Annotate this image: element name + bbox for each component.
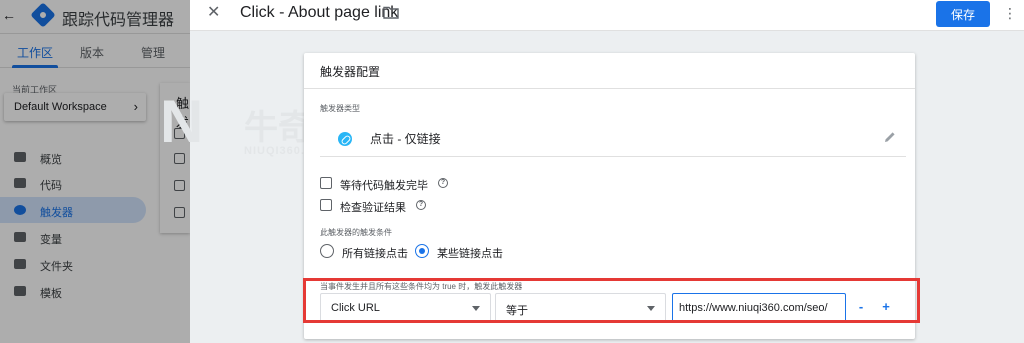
wait-for-tags-checkbox[interactable] [320,177,332,189]
modal-scrim [0,0,190,343]
divider [304,88,915,89]
folder-icon[interactable] [383,6,399,19]
link-icon [338,132,352,146]
help-icon[interactable]: ? [416,200,426,210]
sheet-header: ✕ Click - About page link 保存 ⋮ [190,0,1024,31]
trigger-editor-sheet: ✕ Click - About page link 保存 ⋮ N 牛奇网 NIU… [160,0,1024,343]
highlight-annotation-box [303,278,920,323]
fire-on-label: 此触发器的触发条件 [320,228,392,237]
all-link-clicks-option: 所有链接点击 [320,244,420,260]
close-icon[interactable]: ✕ [207,5,223,21]
trigger-type-selector[interactable]: 点击 - 仅链接 [320,117,906,157]
some-link-clicks-option: 某些链接点击 [415,244,515,260]
check-validation-row: 检查验证结果 ? [320,198,520,214]
trigger-type-name: 点击 - 仅链接 [370,132,441,146]
trigger-name-title[interactable]: Click - About page link [240,4,398,22]
edit-pencil-icon[interactable] [884,131,896,143]
checkbox-label: 等待代码触发完毕 [340,180,428,192]
radio-label: 所有链接点击 [342,248,408,260]
some-link-clicks-radio[interactable] [415,244,429,258]
more-vert-icon[interactable]: ⋮ [1003,5,1017,21]
card-title: 触发器配置 [320,65,381,79]
save-button[interactable]: 保存 [936,1,990,27]
trigger-type-label: 触发器类型 [320,104,360,113]
help-icon[interactable]: ? [438,178,448,188]
wait-for-tags-row: 等待代码触发完毕 ? [320,176,520,192]
all-link-clicks-radio[interactable] [320,244,334,258]
checkbox-label: 检查验证结果 [340,202,406,214]
radio-label: 某些链接点击 [437,248,503,260]
check-validation-checkbox[interactable] [320,199,332,211]
